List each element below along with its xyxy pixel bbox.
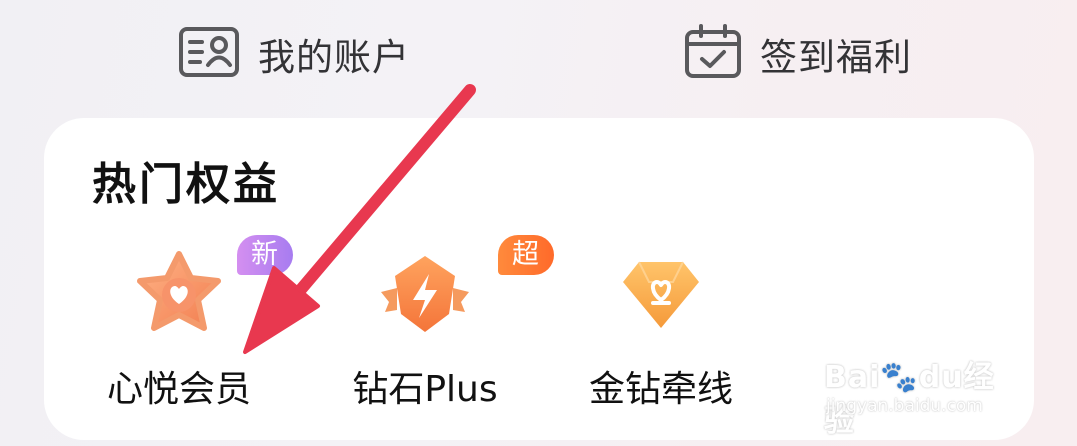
account-card-icon [178, 26, 240, 82]
hot-perks-title: 热门权益 [92, 159, 280, 210]
star-heart-icon [131, 248, 227, 348]
checkin-rewards-button[interactable]: 签到福利 [684, 24, 912, 84]
checkin-rewards-label: 签到福利 [760, 36, 912, 79]
perk-label: 心悦会员 [106, 369, 251, 410]
perk-gold-diamond-match[interactable]: 金钻牵线 [551, 248, 771, 410]
new-badge: 新品 [237, 235, 293, 310]
my-account-label: 我的账户 [258, 36, 410, 79]
perk-label: 金钻牵线 [588, 369, 733, 410]
watermark-url: jingyan.baidu.com [826, 396, 983, 416]
my-account-button[interactable]: 我的账户 [178, 26, 410, 82]
baidu-jingyan-watermark: Bai🐾du经验 jingyan.baidu.com [824, 352, 1024, 439]
value-badge: 超值 [498, 235, 554, 310]
perk-xinyue-member[interactable]: 新品 心悦会员 [69, 235, 293, 410]
gold-diamond-icon [613, 248, 709, 348]
calendar-check-icon [684, 24, 742, 84]
diamond-lightning-icon [375, 248, 475, 348]
perk-diamond-plus[interactable]: 超值 钻石Plus [315, 235, 554, 410]
perk-label: 钻石Plus [352, 369, 498, 410]
